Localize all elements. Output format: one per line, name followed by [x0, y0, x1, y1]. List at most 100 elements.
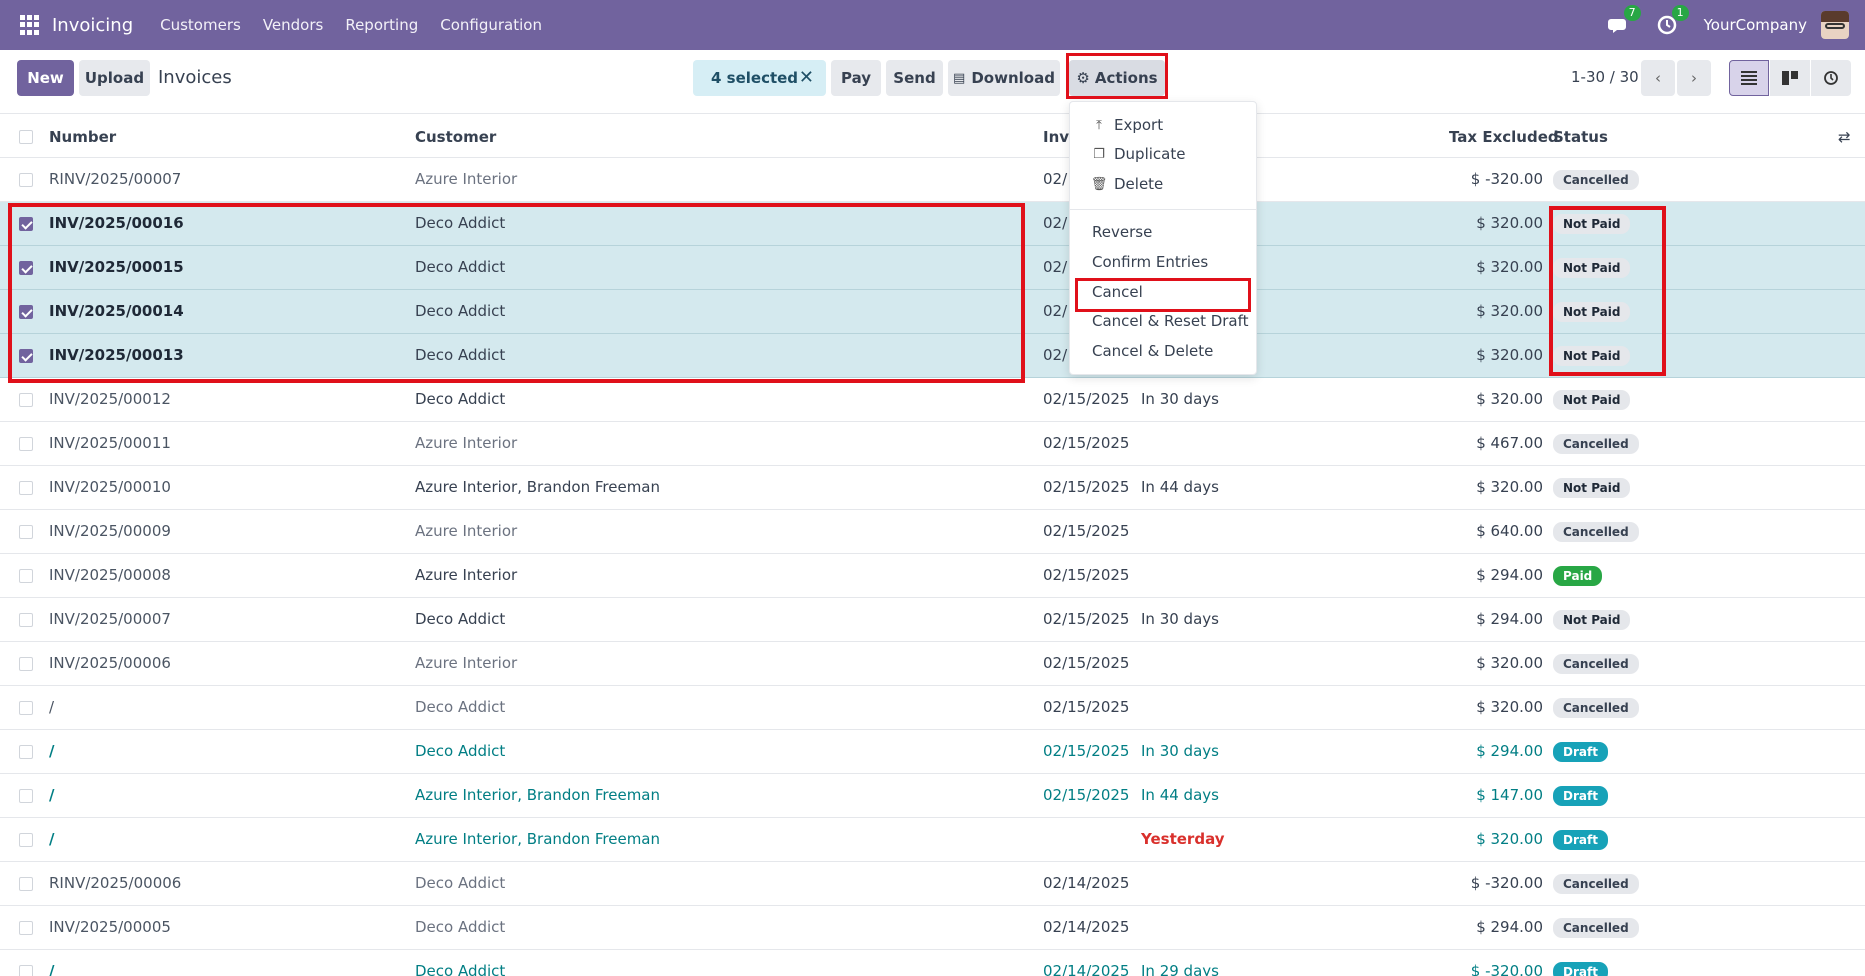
- optional-columns-icon[interactable]: ⇄: [1838, 128, 1851, 146]
- menu-item-cancel-reset-draft[interactable]: Cancel & Reset Draft: [1092, 312, 1249, 330]
- pager-previous-icon[interactable]: ‹: [1641, 60, 1675, 96]
- row-checkbox[interactable]: [19, 833, 33, 847]
- table-row[interactable]: INV/2025/00007 Deco Addict 02/15/2025 In 30…: [0, 598, 1865, 642]
- invoice-date: 02/: [1043, 346, 1068, 364]
- row-checkbox[interactable]: [19, 701, 33, 715]
- list-view-icon[interactable]: [1729, 60, 1769, 96]
- menu-item-duplicate[interactable]: ❐ Duplicate: [1092, 145, 1185, 163]
- menu-vendors[interactable]: Vendors: [263, 16, 324, 34]
- invoice-number: /: [49, 742, 55, 760]
- row-checkbox[interactable]: [19, 745, 33, 759]
- menu-item-reverse[interactable]: Reverse: [1092, 223, 1152, 241]
- pager-value[interactable]: 1-30 / 30: [1571, 68, 1639, 86]
- row-checkbox[interactable]: [19, 173, 33, 187]
- due-date: In 44 days: [1141, 478, 1219, 496]
- row-checkbox[interactable]: [19, 569, 33, 583]
- customer-name: Azure Interior, Brandon Freeman: [415, 830, 661, 848]
- customer-name: Deco Addict: [415, 390, 506, 408]
- download-button[interactable]: ▤ Download: [948, 60, 1060, 96]
- download-label: Download: [971, 69, 1055, 87]
- highlight-status-column: [1549, 206, 1666, 376]
- invoice-number: RINV/2025/00007: [49, 170, 182, 188]
- row-checkbox[interactable]: [19, 921, 33, 935]
- table-row[interactable]: INV/2025/00009 Azure Interior 02/15/2025 $ …: [0, 510, 1865, 554]
- kanban-view-icon[interactable]: [1770, 60, 1810, 96]
- menu-divider: [1070, 209, 1256, 210]
- table-row[interactable]: INV/2025/00005 Deco Addict 02/14/2025 $ 294…: [0, 906, 1865, 950]
- invoice-date: 02/: [1043, 258, 1068, 276]
- pager-next-icon[interactable]: ›: [1677, 60, 1711, 96]
- row-checkbox[interactable]: [19, 613, 33, 627]
- tax-excluded-amount: $ 320.00: [1476, 214, 1543, 232]
- table-row[interactable]: INV/2025/00006 Azure Interior 02/15/2025 $ …: [0, 642, 1865, 686]
- new-button[interactable]: New: [17, 60, 74, 96]
- table-row[interactable]: INV/2025/00008 Azure Interior 02/15/2025 $ …: [0, 554, 1865, 598]
- row-checkbox[interactable]: [19, 393, 33, 407]
- trash-icon: 🗑: [1090, 176, 1108, 192]
- row-checkbox[interactable]: [19, 657, 33, 671]
- tax-excluded-amount: $ 320.00: [1476, 390, 1543, 408]
- row-checkbox[interactable]: [19, 965, 33, 976]
- customer-name: Azure Interior, Brandon Freeman: [415, 786, 661, 804]
- table-row[interactable]: INV/2025/00011 Azure Interior 02/15/2025 $ …: [0, 422, 1865, 466]
- menu-item-cancel-delete[interactable]: Cancel & Delete: [1092, 342, 1213, 360]
- tax-excluded-amount: $ 320.00: [1476, 258, 1543, 276]
- control-panel: New Upload Invoices 4 selected ✕ Pay Sen…: [0, 50, 1865, 114]
- upload-button[interactable]: Upload: [79, 60, 150, 96]
- table-row[interactable]: RINV/2025/00006 Deco Addict 02/14/2025 $ -3…: [0, 862, 1865, 906]
- select-all-checkbox[interactable]: [19, 130, 33, 144]
- table-row[interactable]: / Deco Addict 02/15/2025 In 30 days $ 294.00…: [0, 730, 1865, 774]
- app-title[interactable]: Invoicing: [52, 15, 133, 36]
- menu-reporting[interactable]: Reporting: [345, 16, 418, 34]
- send-button[interactable]: Send: [886, 60, 943, 96]
- table-row[interactable]: INV/2025/00010 Azure Interior, Brandon Fr…: [0, 466, 1865, 510]
- table-row[interactable]: / Azure Interior, Brandon Freeman Yesterda…: [0, 818, 1865, 862]
- apps-menu-icon[interactable]: [20, 15, 40, 35]
- pay-button[interactable]: Pay: [831, 60, 881, 96]
- column-tax-excluded[interactable]: Tax Excluded: [1449, 128, 1559, 146]
- menu-item-confirm-entries[interactable]: Confirm Entries: [1092, 253, 1208, 271]
- column-customer[interactable]: Customer: [415, 128, 496, 146]
- menu-item-delete[interactable]: 🗑 Delete: [1090, 175, 1164, 193]
- row-checkbox[interactable]: [19, 525, 33, 539]
- tax-excluded-amount: $ -320.00: [1470, 962, 1543, 976]
- invoice-number: INV/2025/00010: [49, 478, 171, 496]
- row-checkbox[interactable]: [19, 877, 33, 891]
- tax-excluded-amount: $ 294.00: [1476, 566, 1543, 584]
- column-status[interactable]: Status: [1553, 128, 1608, 146]
- invoice-number: INV/2025/00006: [49, 654, 171, 672]
- menu-configuration[interactable]: Configuration: [440, 16, 542, 34]
- status-badge: Cancelled: [1553, 874, 1639, 894]
- clear-selection-icon[interactable]: ✕: [799, 67, 814, 88]
- actions-dropdown: ⤒ Export ❐ Duplicate 🗑 Delete Reverse Co…: [1069, 101, 1257, 375]
- invoice-number: /: [49, 786, 55, 804]
- column-number[interactable]: Number: [49, 128, 116, 146]
- status-badge: Paid: [1553, 566, 1603, 586]
- menu-customers[interactable]: Customers: [160, 16, 241, 34]
- table-row[interactable]: / Deco Addict 02/15/2025 $ 320.00 Cancelled: [0, 686, 1865, 730]
- row-checkbox[interactable]: [19, 437, 33, 451]
- tax-excluded-amount: $ 640.00: [1476, 522, 1543, 540]
- activity-view-icon[interactable]: [1811, 60, 1851, 96]
- activities-clock-icon[interactable]: 1: [1656, 5, 1689, 36]
- menu-item-export[interactable]: ⤒ Export: [1092, 116, 1163, 134]
- table-row[interactable]: INV/2025/00012 Deco Addict 02/15/2025 In 30…: [0, 378, 1865, 422]
- company-switcher[interactable]: YourCompany: [1704, 16, 1807, 34]
- status-badge: Draft: [1553, 742, 1608, 762]
- row-checkbox[interactable]: [19, 481, 33, 495]
- messages-icon[interactable]: 7: [1607, 5, 1641, 36]
- row-checkbox[interactable]: [19, 789, 33, 803]
- selected-count: 4 selected: [711, 69, 799, 87]
- export-label: Export: [1114, 116, 1164, 134]
- tax-excluded-amount: $ 320.00: [1476, 302, 1543, 320]
- user-avatar[interactable]: [1821, 11, 1849, 39]
- table-row[interactable]: / Azure Interior, Brandon Freeman 02/15/20…: [0, 774, 1865, 818]
- tax-excluded-amount: $ 320.00: [1476, 830, 1543, 848]
- table-row[interactable]: RINV/2025/00007 Azure Interior 02/ $ -320.0…: [0, 158, 1865, 202]
- due-date: In 29 days: [1141, 962, 1219, 976]
- status-badge: Cancelled: [1553, 434, 1639, 454]
- table-row[interactable]: / Deco Addict 02/14/2025 In 29 days $ -320.0…: [0, 950, 1865, 976]
- tax-excluded-amount: $ 320.00: [1476, 478, 1543, 496]
- delete-label: Delete: [1114, 175, 1164, 193]
- invoice-number: INV/2025/00012: [49, 390, 171, 408]
